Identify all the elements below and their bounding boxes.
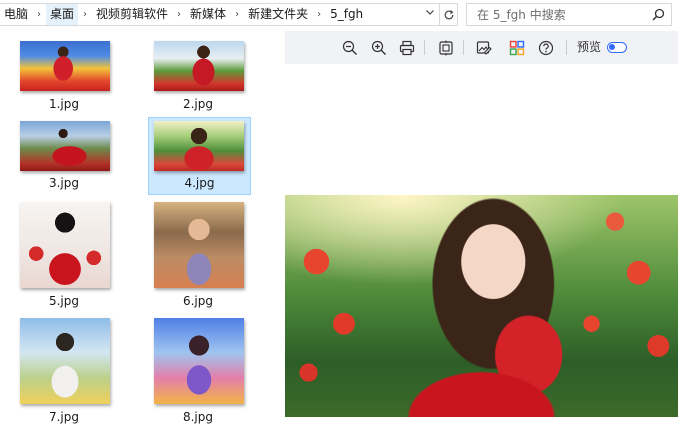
zoom-in-button[interactable]: [369, 38, 389, 58]
thumbnail-image: [154, 202, 244, 288]
print-icon: [399, 40, 415, 56]
chevron-right-icon[interactable]: ›: [172, 9, 186, 20]
toolbar-divider: [424, 40, 425, 55]
chevron-right-icon[interactable]: ›: [230, 9, 244, 20]
chevron-right-icon[interactable]: ›: [78, 9, 92, 20]
apps-button[interactable]: [507, 38, 527, 58]
help-icon: [538, 40, 554, 56]
file-item-3[interactable]: 3.jpg: [14, 117, 114, 195]
thumbnail-image: [20, 41, 110, 91]
preview-toggle[interactable]: [607, 42, 627, 53]
breadcrumb-item-desktop[interactable]: 桌面: [46, 4, 79, 25]
thumbnail-image: [20, 202, 110, 288]
thumbnail-image: [154, 41, 244, 91]
search-input[interactable]: [477, 7, 652, 22]
file-item-2[interactable]: 2.jpg: [148, 37, 248, 117]
file-name: 2.jpg: [182, 97, 214, 111]
file-name: 7.jpg: [48, 410, 80, 424]
preview-label: 预览: [577, 40, 602, 54]
toolbar-divider: [463, 40, 464, 55]
zoom-out-button[interactable]: [340, 38, 360, 58]
file-item-4[interactable]: 4.jpg: [148, 117, 251, 195]
refresh-button[interactable]: [440, 3, 458, 26]
thumbnail-image: [154, 318, 244, 404]
breadcrumb-item-5-fgh[interactable]: 5_fgh: [326, 4, 367, 25]
edit-image-icon: [476, 41, 492, 55]
zoom-in-icon: [371, 40, 386, 55]
breadcrumb-item-new-folder[interactable]: 新建文件夹: [244, 4, 312, 25]
breadcrumb-item-computer[interactable]: 电脑: [0, 4, 32, 25]
file-item-6[interactable]: 6.jpg: [148, 198, 248, 312]
search-icon[interactable]: [652, 8, 665, 21]
file-name: 1.jpg: [48, 97, 80, 111]
file-item-8[interactable]: 8.jpg: [148, 314, 248, 428]
toolbar-divider: [566, 40, 567, 55]
search-box[interactable]: [466, 3, 672, 26]
file-name: 4.jpg: [184, 176, 215, 190]
file-name: 6.jpg: [182, 294, 214, 308]
refresh-icon: [444, 9, 453, 19]
crop-icon: [439, 40, 453, 56]
zoom-out-icon: [342, 40, 357, 55]
print-button[interactable]: [397, 38, 417, 58]
edit-image-button[interactable]: [474, 38, 494, 58]
chevron-down-icon[interactable]: [425, 4, 435, 25]
help-button[interactable]: [536, 38, 556, 58]
chevron-right-icon[interactable]: ›: [32, 9, 46, 20]
file-item-7[interactable]: 7.jpg: [14, 314, 114, 428]
breadcrumb[interactable]: 电脑 › 桌面 › 视频剪辑软件 › 新媒体 › 新建文件夹 › 5_fgh: [0, 3, 440, 26]
file-item-1[interactable]: 1.jpg: [14, 37, 114, 117]
thumbnail-image: [20, 318, 110, 404]
preview-image: [285, 195, 678, 417]
address-toolbar: 电脑 › 桌面 › 视频剪辑软件 › 新媒体 › 新建文件夹 › 5_fgh: [0, 0, 678, 29]
crop-button[interactable]: [436, 38, 456, 58]
preview-pane: 预览: [285, 31, 678, 437]
file-name: 3.jpg: [48, 176, 80, 190]
breadcrumb-item-video-software[interactable]: 视频剪辑软件: [92, 4, 172, 25]
thumbnail-image: [20, 121, 110, 171]
app-grid-icon: [509, 40, 525, 56]
file-name: 5.jpg: [48, 294, 80, 308]
file-name: 8.jpg: [182, 410, 214, 424]
preview-toolbar: 预览: [285, 31, 678, 64]
breadcrumb-item-new-media[interactable]: 新媒体: [186, 4, 230, 25]
file-item-5[interactable]: 5.jpg: [14, 198, 114, 312]
thumbnail-image: [154, 121, 244, 171]
chevron-right-icon[interactable]: ›: [312, 9, 326, 20]
file-list: 1.jpg 2.jpg 3.jpg 4.jpg 5.jpg 6.jpg 7.jp…: [0, 31, 284, 437]
